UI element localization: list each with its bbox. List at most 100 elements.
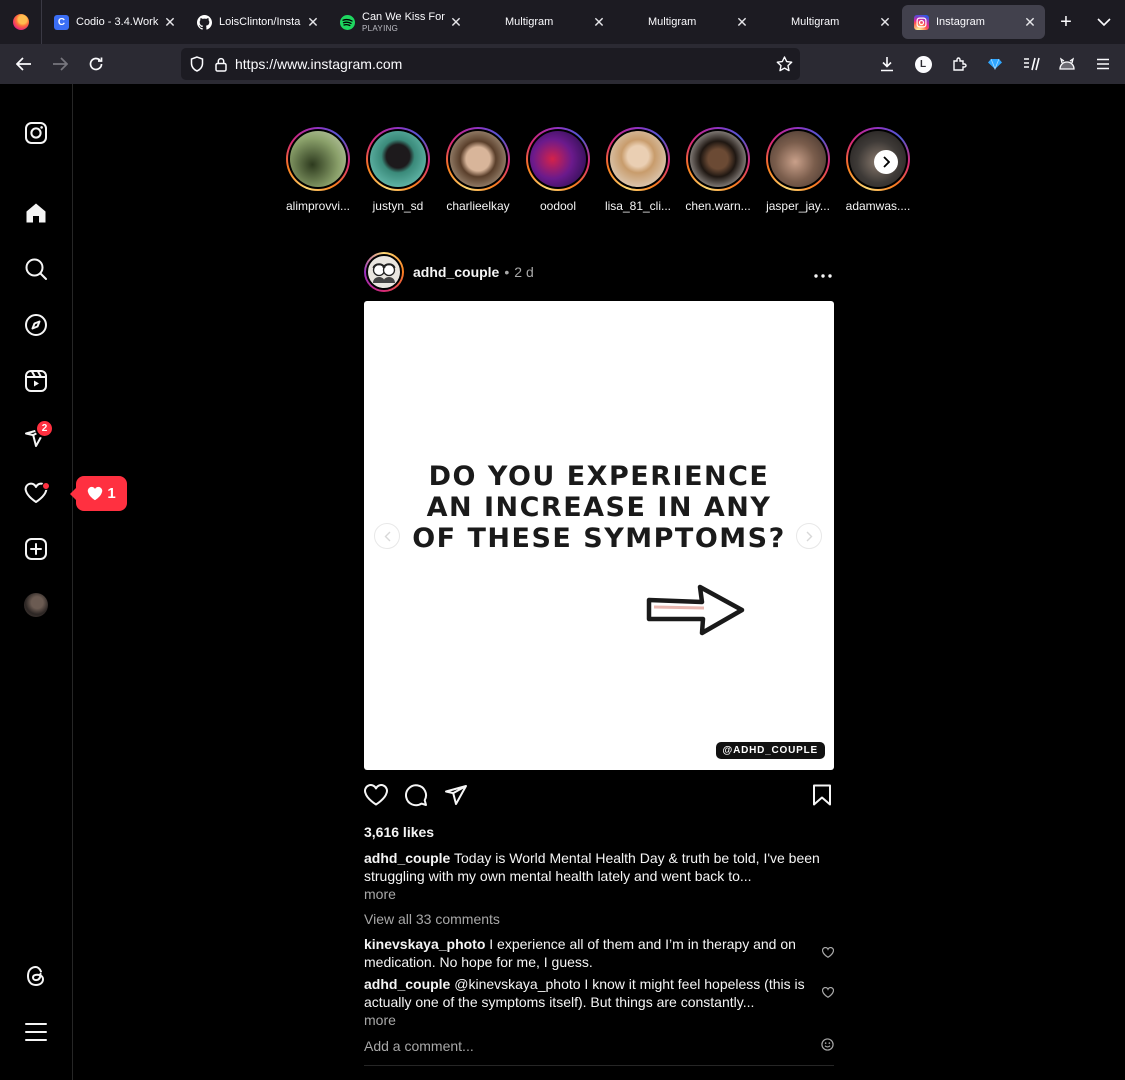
tab-close-icon[interactable]: ✕ xyxy=(592,14,606,31)
share-paper-plane-icon[interactable] xyxy=(444,783,468,807)
notification-dot xyxy=(42,482,50,490)
gem-extension-icon[interactable] xyxy=(979,48,1011,80)
threads-icon[interactable] xyxy=(20,960,52,992)
comment-like-heart-icon[interactable] xyxy=(821,984,835,1002)
story-username: oodool xyxy=(539,199,577,213)
instagram-logo-icon[interactable] xyxy=(20,117,52,149)
firefox-menu-icon[interactable] xyxy=(0,0,42,44)
tab-title: Can We Kiss For xyxy=(362,11,445,23)
story-item[interactable]: jasper_jay... xyxy=(758,127,838,217)
post-timestamp[interactable]: 2 d xyxy=(514,264,533,280)
tab-multigram-1[interactable]: Multigram ✕ xyxy=(471,0,614,44)
extensions-puzzle-icon[interactable] xyxy=(943,48,975,80)
view-all-comments-link[interactable]: View all 33 comments xyxy=(364,911,834,927)
post-author-avatar[interactable] xyxy=(364,252,404,292)
instagram-sidebar: 2 1 xyxy=(0,84,127,1080)
home-icon[interactable] xyxy=(20,197,52,229)
post-actions xyxy=(364,770,834,820)
tab-title: Codio - 3.4.Work xyxy=(76,16,159,28)
story-avatar xyxy=(370,131,426,187)
blank-favicon-icon xyxy=(483,15,498,30)
tab-close-icon[interactable]: ✕ xyxy=(735,14,749,31)
notification-popup[interactable]: 1 xyxy=(70,476,127,511)
account-letter: L xyxy=(914,55,932,73)
post-image[interactable]: DO YOU EXPERIENCE AN INCREASE IN ANY OF … xyxy=(364,301,834,770)
story-item[interactable]: adamwas.... xyxy=(838,127,918,217)
tab-spotify[interactable]: Can We Kiss For PLAYING ✕ xyxy=(328,0,471,44)
tab-multigram-3[interactable]: Multigram ✕ xyxy=(757,0,900,44)
story-item[interactable]: justyn_sd xyxy=(358,127,438,217)
comment-username[interactable]: kinevskaya_photo xyxy=(364,936,485,952)
save-bookmark-icon[interactable] xyxy=(810,783,834,807)
stories-tray: alimprovvi... justyn_sd charlieelkay ood… xyxy=(278,127,918,217)
caption-more-link[interactable]: more xyxy=(364,885,834,903)
reels-icon[interactable] xyxy=(20,365,52,397)
tab-multigram-2[interactable]: Multigram ✕ xyxy=(614,0,757,44)
tab-close-icon[interactable]: ✕ xyxy=(1023,14,1037,31)
tab-title: Multigram xyxy=(648,16,697,28)
explore-compass-icon[interactable] xyxy=(20,309,52,341)
comment-username[interactable]: adhd_couple xyxy=(364,976,450,992)
story-item[interactable]: charlieelkay xyxy=(438,127,518,217)
stories-next-chevron-icon[interactable] xyxy=(874,150,898,174)
feed-post: adhd_couple • 2 d DO YOU EXPERIENCE AN I… xyxy=(364,252,835,1066)
comment-item: kinevskaya_photo I experience all of the… xyxy=(364,935,835,971)
image-text-line: AN INCREASE IN ANY xyxy=(426,492,772,523)
more-menu-icon[interactable] xyxy=(20,1016,52,1048)
tracking-shield-icon[interactable] xyxy=(181,48,213,80)
tab-list-chevron-icon[interactable] xyxy=(1085,0,1123,44)
lock-icon[interactable] xyxy=(213,57,229,72)
tab-instagram[interactable]: Instagram ✕ xyxy=(902,5,1045,39)
add-comment-field[interactable]: Add a comment... xyxy=(364,1037,834,1055)
story-username: adamwas.... xyxy=(845,199,911,213)
like-heart-icon[interactable] xyxy=(364,783,388,807)
story-avatar xyxy=(610,131,666,187)
tab-close-icon[interactable]: ✕ xyxy=(878,14,892,31)
story-item[interactable]: chen.warn... xyxy=(678,127,758,217)
url-bar[interactable]: https://www.instagram.com xyxy=(181,48,800,80)
search-icon[interactable] xyxy=(20,253,52,285)
tab-close-icon[interactable]: ✕ xyxy=(163,14,177,31)
carousel-prev-icon[interactable] xyxy=(374,523,400,549)
story-avatar xyxy=(530,131,586,187)
tab-title: Multigram xyxy=(505,16,554,28)
bookmark-star-icon[interactable] xyxy=(768,48,800,80)
story-username: justyn_sd xyxy=(372,199,424,213)
story-avatar xyxy=(450,131,506,187)
carousel-next-icon[interactable] xyxy=(796,523,822,549)
story-username: jasper_jay... xyxy=(766,199,830,213)
blank-favicon-icon xyxy=(626,15,641,30)
post-caption: adhd_couple Today is World Mental Health… xyxy=(364,849,834,903)
likes-count[interactable]: 3,616 likes xyxy=(364,824,834,840)
create-plus-icon[interactable] xyxy=(20,533,52,565)
comment-like-heart-icon[interactable] xyxy=(821,944,835,962)
browser-nav-bar: https://www.instagram.com L xyxy=(0,44,1125,84)
story-item[interactable]: alimprovvi... xyxy=(278,127,358,217)
post-more-options-icon[interactable] xyxy=(814,261,832,284)
reader-extension-icon[interactable] xyxy=(1015,48,1047,80)
tab-codio[interactable]: C Codio - 3.4.Work ✕ xyxy=(42,0,185,44)
new-tab-icon[interactable]: + xyxy=(1047,0,1085,44)
profile-avatar[interactable] xyxy=(20,589,52,621)
reload-icon[interactable] xyxy=(78,48,114,80)
cat-extension-icon[interactable] xyxy=(1051,48,1083,80)
caption-username[interactable]: adhd_couple xyxy=(364,850,450,866)
post-divider xyxy=(364,1065,834,1066)
url-text[interactable]: https://www.instagram.com xyxy=(235,56,768,72)
add-comment-placeholder[interactable]: Add a comment... xyxy=(364,1038,474,1054)
story-item[interactable]: lisa_81_cli... xyxy=(598,127,678,217)
back-arrow-icon[interactable] xyxy=(6,48,42,80)
account-avatar-icon[interactable]: L xyxy=(907,48,939,80)
emoji-smiley-icon[interactable] xyxy=(821,1038,834,1054)
comment-bubble-icon[interactable] xyxy=(404,783,428,807)
story-item[interactable]: oodool xyxy=(518,127,598,217)
tab-title: Instagram xyxy=(936,16,985,28)
tab-github[interactable]: LoisClinton/Insta ✕ xyxy=(185,0,328,44)
post-author-username[interactable]: adhd_couple xyxy=(413,264,499,280)
downloads-icon[interactable] xyxy=(871,48,903,80)
tab-close-icon[interactable]: ✕ xyxy=(306,14,320,31)
tab-close-icon[interactable]: ✕ xyxy=(449,14,463,31)
comment-more-link[interactable]: more xyxy=(364,1011,808,1029)
hamburger-menu-icon[interactable] xyxy=(1087,48,1119,80)
forward-arrow-icon[interactable] xyxy=(42,48,78,80)
